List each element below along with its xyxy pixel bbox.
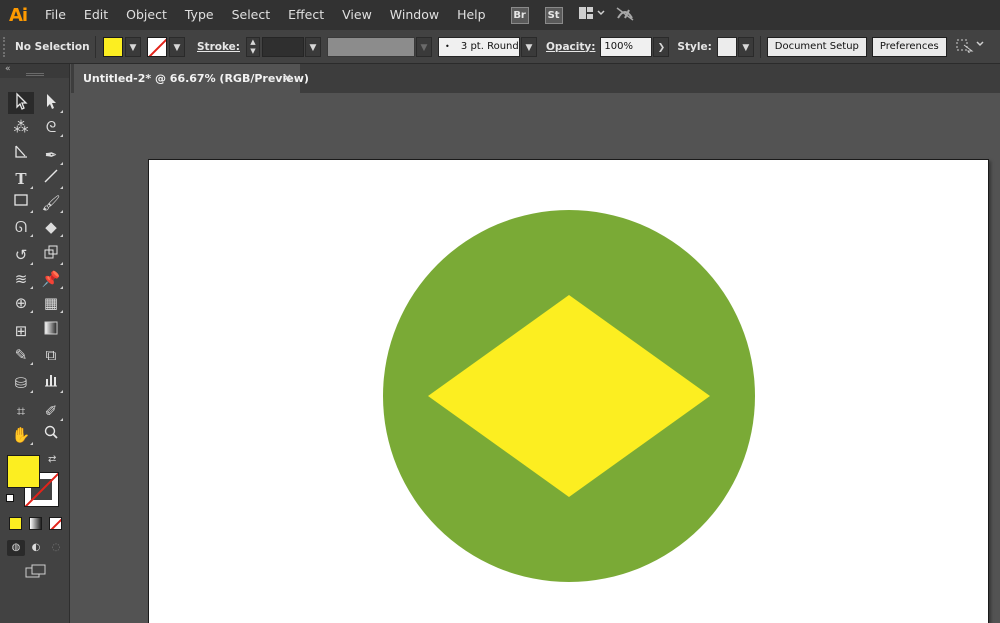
- control-bar-grip[interactable]: [3, 36, 7, 57]
- color-mode-icon[interactable]: [9, 517, 22, 530]
- document-tab[interactable]: Untitled-2* @ 66.67% (RGB/Preview) ×: [74, 64, 309, 93]
- hand-tool-icon[interactable]: ✋: [8, 424, 34, 446]
- menu-bar: Ai File Edit Object Type Select Effect V…: [0, 0, 1000, 30]
- artboard[interactable]: [148, 159, 989, 623]
- variable-width-profile[interactable]: [327, 36, 415, 57]
- stroke-label[interactable]: Stroke:: [197, 41, 240, 53]
- canvas-area[interactable]: [71, 93, 1000, 623]
- menu-object[interactable]: Object: [117, 0, 176, 30]
- draw-behind-icon[interactable]: ◐: [27, 540, 45, 556]
- collapse-panel-icon[interactable]: «: [5, 64, 11, 74]
- fill-swatch-large[interactable]: [7, 455, 40, 488]
- eraser-tool-icon[interactable]: ◆: [38, 216, 64, 238]
- lasso-tool-icon[interactable]: ᘓ: [38, 116, 64, 138]
- stock-button[interactable]: St: [544, 6, 563, 24]
- gpu-performance-icon[interactable]: [615, 4, 635, 26]
- none-mode-icon[interactable]: [49, 517, 62, 530]
- document-tab-title: Untitled-2* @ 66.67% (RGB/Preview): [83, 72, 309, 85]
- document-tab-bar: Untitled-2* @ 66.67% (RGB/Preview) ×: [71, 64, 1000, 93]
- brush-definition[interactable]: • 3 pt. Round: [438, 36, 520, 57]
- opacity-label[interactable]: Opacity:: [546, 41, 595, 53]
- draw-inside-icon[interactable]: ◌: [47, 540, 65, 556]
- line-tool-icon[interactable]: [38, 168, 64, 190]
- gradient-tool-icon[interactable]: [38, 320, 64, 342]
- width-tool-icon[interactable]: ≋: [8, 268, 34, 290]
- stroke-weight-stepper[interactable]: ▲ ▼: [246, 36, 260, 57]
- shaper-tool-icon[interactable]: ᘏ: [8, 216, 34, 238]
- brush-dot-icon: •: [445, 41, 450, 51]
- mesh-tool-icon[interactable]: ⊞: [8, 320, 34, 342]
- slice-tool-icon[interactable]: ✐: [38, 400, 64, 422]
- type-tool-icon[interactable]: T: [8, 168, 34, 190]
- stroke-color-swatch[interactable]: [147, 36, 167, 57]
- perspective-grid-tool-icon[interactable]: ▦: [38, 292, 64, 314]
- app-logo: Ai: [8, 4, 28, 26]
- gradient-mode-icon[interactable]: [29, 517, 42, 530]
- select-similar-icon[interactable]: [955, 37, 987, 56]
- selection-status: No Selection: [15, 40, 90, 53]
- draw-normal-icon[interactable]: ◍: [7, 540, 25, 556]
- eyedropper-tool-icon[interactable]: ✎: [8, 344, 34, 366]
- stroke-weight-dropdown[interactable]: ▼: [305, 36, 321, 57]
- magic-wand-tool-icon[interactable]: ⁂: [8, 116, 34, 138]
- style-dropdown[interactable]: ▼: [737, 36, 754, 57]
- column-graph-tool-icon[interactable]: [38, 372, 64, 394]
- bridge-button[interactable]: Br: [510, 6, 529, 24]
- paintbrush-tool-icon[interactable]: 🖌: [38, 192, 64, 214]
- blend-tool-icon[interactable]: ⧉: [38, 344, 64, 366]
- document-setup-button[interactable]: Document Setup: [766, 36, 867, 57]
- brush-dropdown[interactable]: ▼: [521, 36, 537, 57]
- variable-width-dropdown[interactable]: ▼: [416, 36, 432, 57]
- close-tab-icon[interactable]: ×: [283, 71, 292, 84]
- menu-type[interactable]: Type: [176, 0, 223, 30]
- opacity-input[interactable]: 100%: [600, 36, 653, 57]
- direct-selection-tool-icon[interactable]: [38, 92, 64, 114]
- symbol-sprayer-tool-icon[interactable]: ⛁: [8, 372, 34, 394]
- menu-effect[interactable]: Effect: [279, 0, 333, 30]
- graphic-style-swatch[interactable]: [716, 36, 737, 57]
- style-label: Style:: [677, 40, 712, 53]
- swap-fill-stroke-icon[interactable]: ⇄: [48, 454, 56, 465]
- stroke-dropdown[interactable]: ▼: [169, 36, 185, 57]
- rectangle-tool-icon[interactable]: [8, 192, 34, 214]
- tools-panel-header[interactable]: «: [0, 64, 69, 78]
- screen-mode-icon[interactable]: [25, 564, 47, 580]
- menu-select[interactable]: Select: [223, 0, 280, 30]
- puppet-warp-tool-icon[interactable]: 📌: [38, 268, 64, 290]
- stroke-weight-input[interactable]: [262, 36, 304, 57]
- menu-view[interactable]: View: [333, 0, 381, 30]
- shape-builder-tool-icon[interactable]: ⊕: [8, 292, 34, 314]
- panel-grip[interactable]: [26, 73, 44, 76]
- brush-definition-label: 3 pt. Round: [460, 40, 519, 52]
- pen-tool-icon[interactable]: ✒: [38, 144, 64, 166]
- divider: [759, 35, 761, 58]
- tools-panel: « ⁂ ᘓ ✒ T 🖌 ᘏ ◆ ↺ ≋ 📌 ⊕ ▦ ⊞ ✎ ⧉ ⛁ ⌗ ✐ ✋ …: [0, 64, 70, 623]
- fill-color-swatch[interactable]: [103, 36, 123, 57]
- artwork: [383, 210, 755, 582]
- control-bar: No Selection ▼ ▼ Stroke: ▲ ▼ ▼ ▼ • 3 pt. …: [0, 30, 1000, 64]
- scale-tool-icon[interactable]: [38, 244, 64, 266]
- menu-window[interactable]: Window: [381, 0, 448, 30]
- selection-tool-icon[interactable]: [8, 92, 34, 114]
- preferences-button[interactable]: Preferences: [871, 36, 947, 57]
- line-segment-icon[interactable]: [8, 144, 34, 166]
- menu-help[interactable]: Help: [448, 0, 495, 30]
- arrange-documents-icon[interactable]: [578, 6, 605, 24]
- divider: [95, 35, 96, 58]
- fill-dropdown[interactable]: ▼: [125, 36, 141, 57]
- menu-file[interactable]: File: [36, 0, 75, 30]
- menu-edit[interactable]: Edit: [75, 0, 117, 30]
- opacity-arrow[interactable]: ❯: [653, 36, 670, 57]
- rotate-tool-icon[interactable]: ↺: [8, 244, 34, 266]
- default-colors-icon[interactable]: [6, 494, 14, 502]
- artboard-tool-icon[interactable]: ⌗: [8, 400, 34, 422]
- zoom-tool-icon[interactable]: [38, 424, 64, 446]
